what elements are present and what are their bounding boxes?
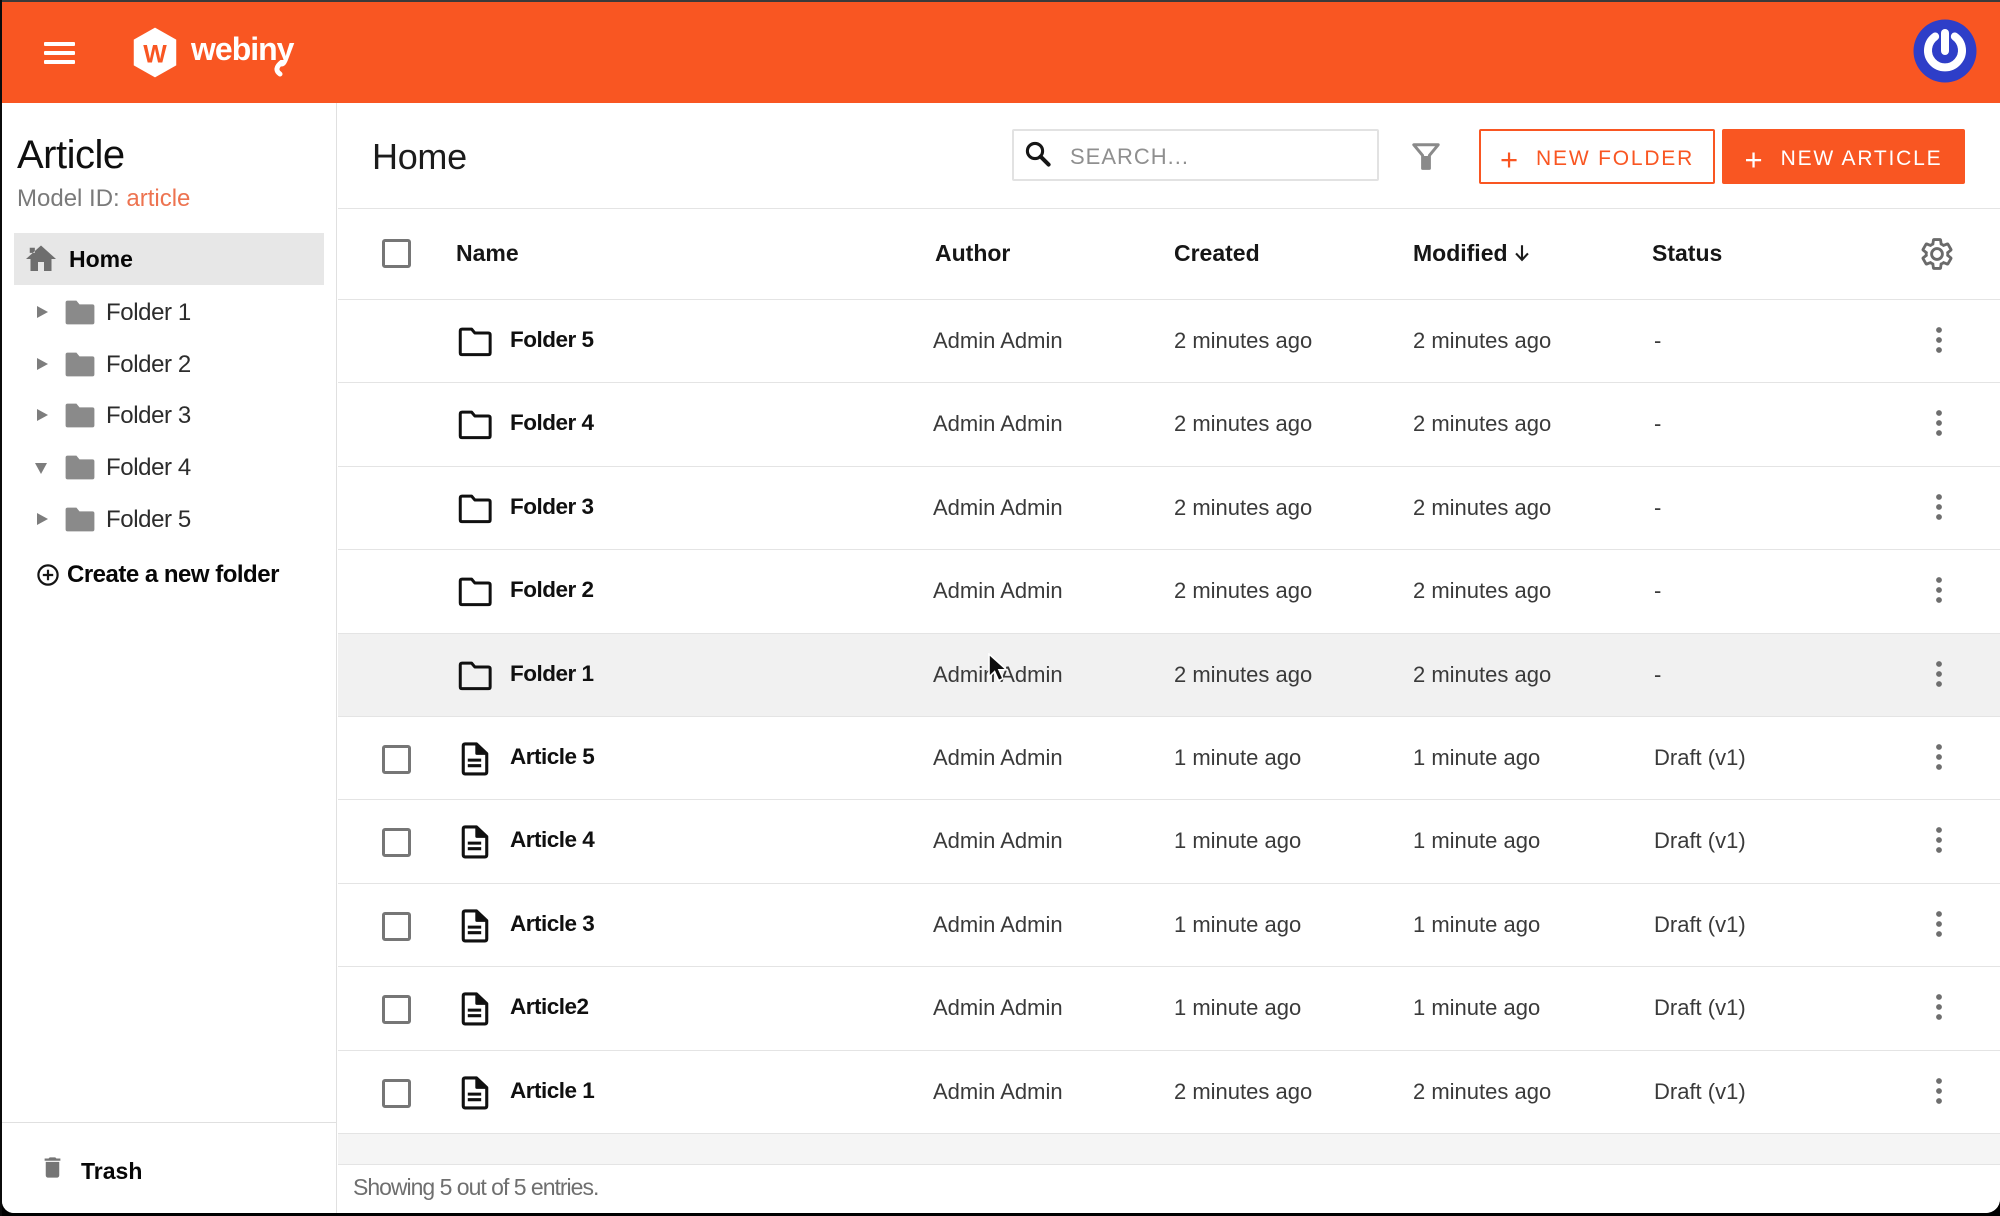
svg-text:W: W [143, 41, 167, 69]
